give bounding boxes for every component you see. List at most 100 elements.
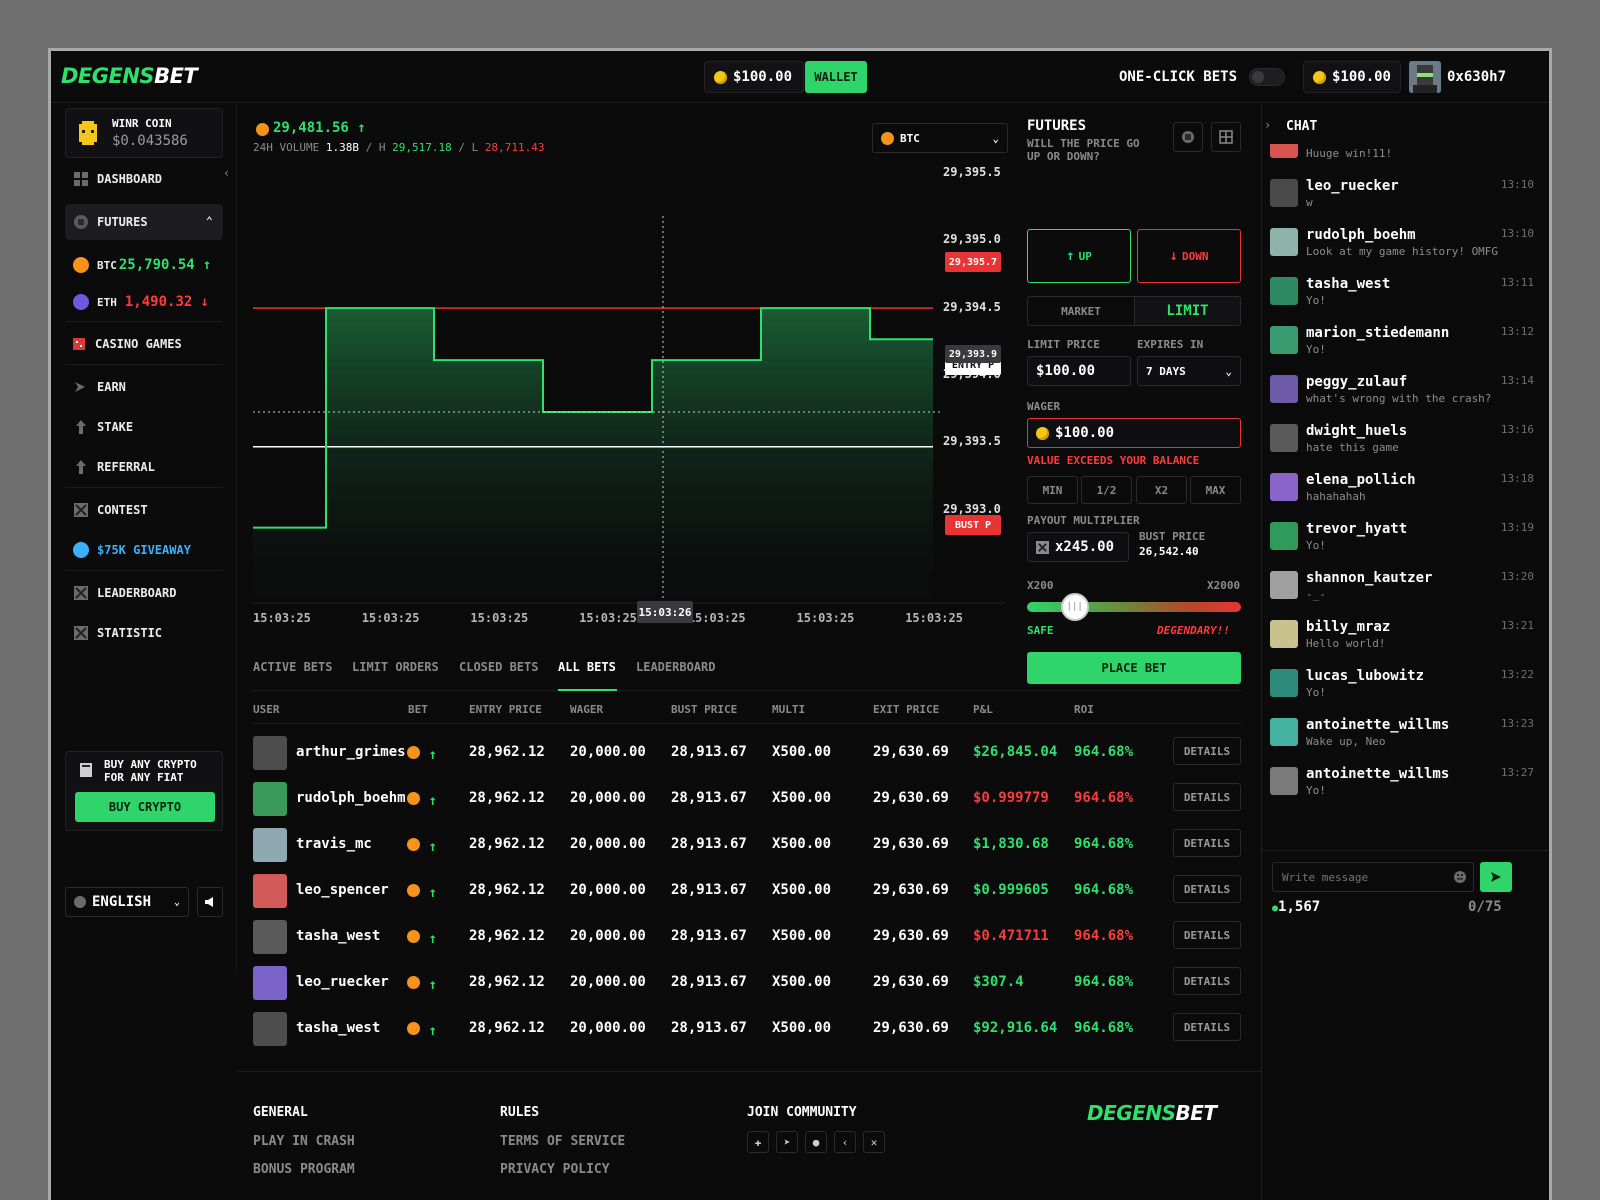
- price-chart[interactable]: [253, 161, 1013, 661]
- up-button[interactable]: ↑ UP: [1027, 229, 1131, 283]
- details-button[interactable]: DETAILS: [1173, 875, 1241, 903]
- sidebar-item-casino[interactable]: CASINO GAMES: [63, 326, 221, 362]
- user-avatar-icon[interactable]: [253, 782, 287, 816]
- chat-username[interactable]: leo_ruecker: [1306, 178, 1399, 194]
- payout-input[interactable]: x245.00: [1027, 532, 1129, 562]
- details-button[interactable]: DETAILS: [1173, 967, 1241, 995]
- tab-closed-bets[interactable]: CLOSED BETS: [459, 657, 538, 691]
- limit-price-input[interactable]: $100.00: [1027, 356, 1131, 386]
- buy-crypto-button[interactable]: BUY CRYPTO: [75, 792, 215, 822]
- details-button[interactable]: DETAILS: [1173, 921, 1241, 949]
- user-avatar-icon[interactable]: [253, 966, 287, 1000]
- chat-username[interactable]: shannon_kautzer: [1306, 570, 1432, 586]
- chat-username[interactable]: peggy_zulauf: [1306, 374, 1407, 390]
- details-button[interactable]: DETAILS: [1173, 783, 1241, 811]
- chat-avatar-icon[interactable]: [1270, 424, 1298, 452]
- chat-username[interactable]: antoinette_willms: [1306, 717, 1449, 733]
- sidebar-item-stake[interactable]: STAKE: [65, 409, 223, 445]
- footer-play-link[interactable]: PLAY IN CRASH: [253, 1134, 355, 1149]
- user-name[interactable]: leo_spencer: [296, 882, 408, 898]
- chat-avatar-icon[interactable]: [1270, 669, 1298, 697]
- chat-username[interactable]: billy_mraz: [1306, 619, 1390, 635]
- chat-avatar-icon[interactable]: [1270, 620, 1298, 648]
- avatar[interactable]: [1409, 61, 1441, 93]
- sidebar-item-statistic[interactable]: STATISTIC: [65, 615, 223, 651]
- send-button[interactable]: [1480, 862, 1512, 892]
- chat-username[interactable]: trevor_hyatt: [1306, 521, 1407, 537]
- user-name[interactable]: arthur_grimes: [296, 744, 408, 760]
- limit-tab[interactable]: LIMIT: [1134, 297, 1240, 325]
- user-avatar-icon[interactable]: [253, 920, 287, 954]
- chat-avatar-icon[interactable]: [1270, 473, 1298, 501]
- chat-avatar-icon[interactable]: [1270, 718, 1298, 746]
- chat-avatar-icon[interactable]: [1270, 277, 1298, 305]
- half-button[interactable]: 1/2: [1081, 476, 1132, 504]
- chat-avatar-icon[interactable]: [1270, 767, 1298, 795]
- sidebar-item-referral[interactable]: REFERRAL: [65, 449, 223, 485]
- collapse-chat-icon[interactable]: ›: [1264, 118, 1271, 132]
- sidebar-item-giveaway[interactable]: $75K GIVEAWAY: [65, 532, 223, 568]
- user-avatar-icon[interactable]: [253, 736, 287, 770]
- reddit-icon[interactable]: ●: [805, 1131, 827, 1153]
- wager-input[interactable]: $100.00: [1027, 418, 1241, 448]
- tab-leaderboard[interactable]: LEADERBOARD: [636, 657, 715, 691]
- header-balance[interactable]: $100.00: [704, 61, 804, 93]
- telegram-icon[interactable]: ➤: [776, 1131, 798, 1153]
- chat-avatar-icon[interactable]: [1270, 228, 1298, 256]
- multiplier-slider[interactable]: |||: [1027, 593, 1241, 621]
- max-button[interactable]: MAX: [1190, 476, 1241, 504]
- down-button[interactable]: ↓ DOWN: [1137, 229, 1241, 283]
- one-click-toggle[interactable]: [1249, 68, 1285, 86]
- user-name[interactable]: travis_mc: [296, 836, 408, 852]
- tab-all-bets[interactable]: ALL BETS: [558, 657, 617, 691]
- chat-username[interactable]: marion_stiedemann: [1306, 325, 1449, 341]
- chat-input[interactable]: [1273, 863, 1443, 891]
- double-button[interactable]: X2: [1136, 476, 1187, 504]
- chat-avatar-icon[interactable]: [1270, 326, 1298, 354]
- sidebar-item-dashboard[interactable]: DASHBOARD: [65, 161, 223, 197]
- details-button[interactable]: DETAILS: [1173, 829, 1241, 857]
- wallet-button[interactable]: WALLET: [805, 61, 867, 93]
- coin-card[interactable]: WINR COIN $0.043586: [65, 108, 223, 158]
- chat-avatar-icon[interactable]: [1270, 571, 1298, 599]
- user-name[interactable]: tasha_west: [296, 928, 408, 944]
- user-avatar-icon[interactable]: [253, 1012, 287, 1046]
- sidebar-item-leaderboard[interactable]: LEADERBOARD: [65, 575, 223, 611]
- sidebar-item-eth[interactable]: ETH 1,490.32 ↓: [65, 284, 223, 320]
- chat-username[interactable]: elena_pollich: [1306, 472, 1416, 488]
- sound-button[interactable]: [197, 887, 223, 917]
- expires-select[interactable]: 7 DAYS ⌄: [1137, 356, 1241, 386]
- user-avatar-icon[interactable]: [253, 828, 287, 862]
- chat-username[interactable]: rudolph_boehm: [1306, 227, 1416, 243]
- collapse-sidebar-icon[interactable]: ‹: [223, 166, 230, 180]
- chat-username[interactable]: tasha_west: [1306, 276, 1390, 292]
- chat-avatar-icon[interactable]: [1270, 179, 1298, 207]
- sidebar-item-futures[interactable]: FUTURES ⌃: [65, 204, 223, 240]
- footer-logo[interactable]: DEGENSBET: [1087, 1101, 1217, 1125]
- discord-icon[interactable]: ✚: [747, 1131, 769, 1153]
- user-name[interactable]: tasha_west: [296, 1020, 408, 1036]
- tab-active-bets[interactable]: ACTIVE BETS: [253, 657, 332, 691]
- user-name[interactable]: rudolph_boehm: [296, 790, 408, 806]
- slider-handle[interactable]: |||: [1060, 593, 1089, 621]
- chat-username[interactable]: antoinette_willms: [1306, 766, 1449, 782]
- x-icon[interactable]: ✕: [863, 1131, 885, 1153]
- language-select[interactable]: ENGLISH ⌄: [65, 887, 189, 917]
- sidebar-item-contest[interactable]: CONTEST: [65, 492, 223, 528]
- footer-bonus-link[interactable]: BONUS PROGRAM: [253, 1162, 355, 1177]
- market-tab[interactable]: MARKET: [1028, 297, 1134, 325]
- chat-avatar-icon[interactable]: [1270, 375, 1298, 403]
- share-icon[interactable]: ‹: [834, 1131, 856, 1153]
- min-button[interactable]: MIN: [1027, 476, 1078, 504]
- details-button[interactable]: DETAILS: [1173, 737, 1241, 765]
- user-avatar-icon[interactable]: [253, 874, 287, 908]
- history-button[interactable]: [1173, 122, 1203, 152]
- chat-avatar-icon[interactable]: [1270, 144, 1298, 158]
- chat-username[interactable]: dwight_huels: [1306, 423, 1407, 439]
- asset-select[interactable]: BTC ⌄: [872, 123, 1008, 153]
- calculator-button[interactable]: [1211, 122, 1241, 152]
- footer-terms-link[interactable]: TERMS OF SERVICE: [500, 1134, 625, 1149]
- details-button[interactable]: DETAILS: [1173, 1013, 1241, 1041]
- logo[interactable]: DEGENSBET: [61, 64, 198, 88]
- user-name[interactable]: leo_ruecker: [296, 974, 408, 990]
